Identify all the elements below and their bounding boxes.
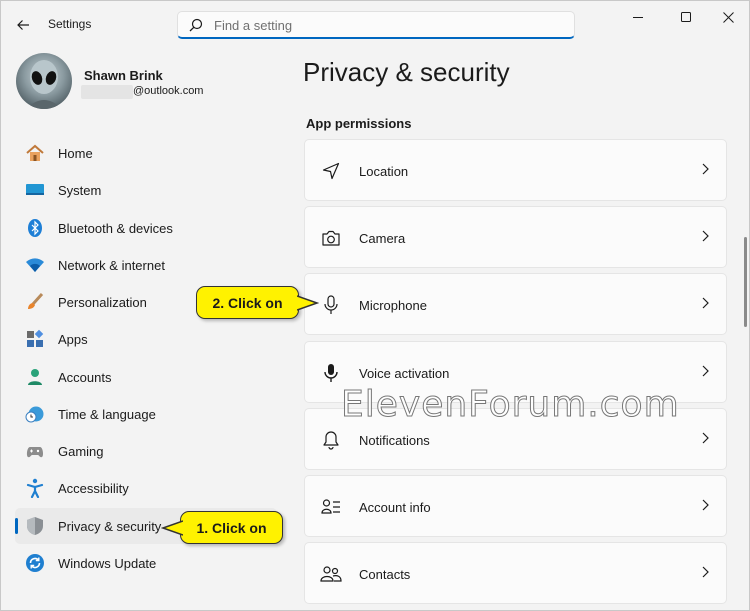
row-label: Notifications (359, 432, 430, 448)
bluetooth-icon (25, 218, 45, 238)
user-name: Shawn Brink (84, 68, 163, 83)
search-box[interactable] (177, 11, 575, 39)
scrollbar[interactable] (744, 237, 747, 327)
maximize-button[interactable] (663, 1, 709, 33)
wifi-icon (25, 255, 45, 275)
voice-activation-icon (320, 362, 342, 384)
sidebar-item-gaming[interactable]: Gaming (15, 433, 277, 469)
system-icon (25, 180, 45, 200)
sidebar-item-label: Privacy & security (58, 518, 162, 534)
sidebar-item-label: Accessibility (58, 481, 129, 497)
sidebar-item-network[interactable]: Network & internet (15, 247, 277, 283)
close-icon (722, 11, 734, 23)
sidebar-item-system[interactable]: System (15, 172, 277, 208)
maximize-icon (680, 11, 691, 22)
sidebar-item-label: Bluetooth & devices (58, 220, 173, 236)
row-camera[interactable]: Camera (304, 206, 727, 269)
back-button[interactable] (11, 13, 35, 37)
row-label: Location (359, 164, 409, 179)
sidebar-item-accounts[interactable]: Accounts (15, 359, 277, 395)
sidebar-item-home[interactable]: Home (15, 135, 277, 171)
camera-icon (320, 227, 342, 249)
callout-step-1: 1. Click on (180, 511, 283, 544)
sidebar-item-label: Windows Update (58, 555, 157, 571)
sidebar-item-label: Home (58, 146, 93, 161)
sidebar-item-label: Time & language (58, 406, 156, 422)
location-icon (320, 160, 342, 182)
watermark: ElevenForum.com (341, 384, 680, 426)
row-label: Contacts (359, 567, 411, 583)
chevron-right-icon (702, 297, 709, 309)
row-label: Voice activation (359, 365, 450, 381)
callout-step-2-pointer (297, 295, 319, 311)
row-label: Camera (359, 231, 406, 247)
minimize-icon (632, 16, 643, 18)
sidebar-item-label: Gaming (58, 444, 104, 459)
callout-step-2-label: 2. Click on (212, 294, 283, 311)
settings-window: Settings Shawn Brink @outlook.com (0, 0, 750, 611)
callout-step-1-label: 1. Click on (196, 519, 267, 536)
search-input[interactable] (214, 15, 554, 35)
chevron-right-icon (702, 499, 709, 511)
chevron-right-icon (702, 163, 709, 175)
row-contacts[interactable]: Contacts (304, 542, 727, 605)
sidebar-item-label: Accounts (58, 369, 112, 385)
row-label: Microphone (359, 298, 427, 314)
sidebar-item-label: Personalization (58, 295, 147, 310)
gamepad-icon (25, 441, 45, 461)
alien-avatar-icon (26, 60, 62, 109)
user-email: @outlook.com (133, 85, 204, 97)
permissions-list: Location Camera Microphone Voice activat… (304, 139, 727, 609)
sidebar-item-label: Network & internet (58, 257, 165, 273)
sidebar-item-label: System (58, 183, 102, 199)
minimize-button[interactable] (615, 1, 661, 33)
microphone-icon (320, 294, 342, 316)
apps-icon (25, 329, 45, 349)
bell-icon (320, 429, 342, 451)
title-bar: Settings (1, 1, 750, 47)
account-info-icon (320, 496, 342, 518)
sidebar-item-apps[interactable]: Apps (15, 321, 277, 357)
home-icon (25, 143, 45, 163)
sidebar-item-time-language[interactable]: Time & language (15, 396, 277, 432)
chevron-right-icon (702, 566, 709, 578)
chevron-right-icon (702, 432, 709, 444)
close-button[interactable] (705, 1, 750, 33)
section-title: App permissions (306, 116, 412, 131)
row-account-info[interactable]: Account info (304, 474, 727, 537)
sidebar-item-label: Apps (58, 332, 88, 348)
avatar[interactable] (16, 53, 72, 109)
chevron-right-icon (702, 365, 709, 376)
accessibility-icon (25, 478, 45, 499)
callout-step-2: 2. Click on (196, 286, 299, 319)
sidebar-item-windows-update[interactable]: Windows Update (15, 545, 277, 581)
callout-step-1-pointer (161, 520, 183, 536)
shield-icon (25, 516, 45, 536)
page-title: Privacy & security (303, 57, 510, 87)
back-arrow-icon (17, 20, 29, 30)
brush-icon (25, 292, 45, 312)
row-location[interactable]: Location (304, 139, 727, 201)
sidebar-item-bluetooth[interactable]: Bluetooth & devices (15, 210, 277, 246)
row-label: Account info (359, 499, 431, 515)
chevron-right-icon (702, 230, 709, 242)
row-microphone[interactable]: Microphone (304, 273, 727, 336)
update-icon (25, 553, 45, 573)
accounts-icon (25, 367, 45, 387)
search-icon (189, 18, 203, 32)
app-title: Settings (48, 17, 92, 31)
sidebar-item-accessibility[interactable]: Accessibility (15, 470, 277, 506)
contacts-icon (320, 563, 342, 585)
globe-clock-icon (25, 404, 45, 424)
email-redacted (81, 85, 133, 99)
